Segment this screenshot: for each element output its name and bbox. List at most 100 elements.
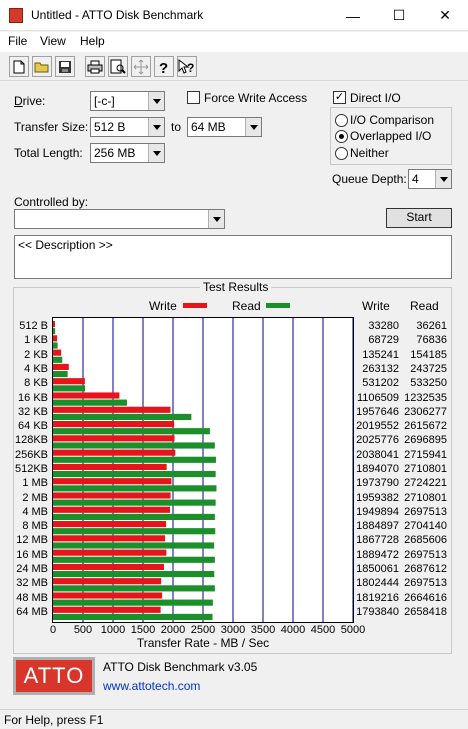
write-bar-20 xyxy=(53,606,161,613)
context-help-icon[interactable]: ? xyxy=(177,56,197,77)
menu-bar: File View Help xyxy=(0,32,468,52)
read-value: 2697513 xyxy=(404,505,447,518)
to-label: to xyxy=(171,120,182,134)
minimize-button[interactable]: — xyxy=(330,0,376,31)
direct-io-checkbox[interactable]: ✓ xyxy=(333,91,346,104)
chevron-down-icon xyxy=(148,92,164,110)
read-bar-7 xyxy=(53,428,210,435)
open-folder-icon[interactable] xyxy=(32,56,52,77)
write-value: 1106509 xyxy=(356,391,399,404)
row-label: 12 MB xyxy=(16,534,48,547)
write-bar-7 xyxy=(53,421,175,428)
start-button[interactable]: Start xyxy=(386,208,452,228)
write-bar-6 xyxy=(53,406,171,413)
print-preview-icon[interactable] xyxy=(108,56,128,77)
read-bar-20 xyxy=(53,613,213,620)
drive-value: [-c-] xyxy=(94,94,115,108)
read-value: 2306277 xyxy=(404,405,447,418)
row-label: 16 MB xyxy=(16,548,48,561)
row-label: 2 KB xyxy=(24,348,48,361)
read-value: 2658418 xyxy=(404,605,447,618)
row-label: 64 MB xyxy=(16,605,48,618)
new-document-icon[interactable] xyxy=(9,56,29,77)
write-value: 1957646 xyxy=(356,405,399,418)
legend-read-swatch xyxy=(266,303,290,308)
write-value: 1793840 xyxy=(356,605,399,618)
read-value: 76836 xyxy=(416,334,447,347)
move-icon[interactable] xyxy=(131,56,151,77)
row-label: 16 KB xyxy=(18,391,48,404)
transfer-to-value: 64 MB xyxy=(191,120,226,134)
row-label: 512KB xyxy=(14,463,48,475)
row-label: 2 MB xyxy=(22,491,48,504)
transfer-from-select[interactable]: 512 B xyxy=(90,117,165,137)
legend-read-label: Read xyxy=(232,299,261,313)
write-value: 263132 xyxy=(362,363,399,375)
menu-file[interactable]: File xyxy=(8,34,27,48)
total-length-label: Total Length: xyxy=(14,146,83,160)
neither-radio[interactable] xyxy=(335,147,348,160)
status-text: For Help, press F1 xyxy=(4,713,104,727)
queue-depth-value: 4 xyxy=(412,172,419,186)
overlapped-io-label: Overlapped I/O xyxy=(350,129,432,143)
transfer-to-select[interactable]: 64 MB xyxy=(187,117,262,137)
read-bar-1 xyxy=(53,342,58,349)
chevron-down-icon xyxy=(148,118,164,136)
queue-depth-select[interactable]: 4 xyxy=(408,169,452,189)
write-bar-4 xyxy=(53,378,85,385)
write-value: 1850061 xyxy=(356,563,399,575)
write-value: 1949894 xyxy=(356,505,399,518)
write-bar-10 xyxy=(53,463,167,470)
row-label: 8 MB xyxy=(22,520,48,533)
read-bar-18 xyxy=(53,585,215,592)
row-label: 1 MB xyxy=(22,477,48,490)
total-length-select[interactable]: 256 MB xyxy=(90,143,165,163)
read-bar-8 xyxy=(53,442,215,449)
force-write-checkbox[interactable] xyxy=(187,91,200,104)
read-value: 2664616 xyxy=(404,591,447,604)
read-value: 533250 xyxy=(410,377,447,390)
save-disk-icon[interactable] xyxy=(55,56,75,77)
help-question-icon[interactable]: ? xyxy=(154,56,174,77)
svg-text:?: ? xyxy=(159,60,168,75)
row-label: 512 B xyxy=(19,320,48,333)
read-value: 2724221 xyxy=(404,477,447,490)
print-icon[interactable] xyxy=(85,56,105,77)
write-value: 2038041 xyxy=(356,448,399,461)
website-link[interactable]: www.attotech.com xyxy=(103,679,200,693)
window-title: Untitled - ATTO Disk Benchmark xyxy=(31,8,204,22)
drive-select[interactable]: [-c-] xyxy=(90,91,165,111)
write-bar-15 xyxy=(53,535,166,542)
row-label: 1 KB xyxy=(24,334,48,347)
read-value: 2697513 xyxy=(404,548,447,561)
write-bar-1 xyxy=(53,335,58,342)
read-value: 2615672 xyxy=(404,420,447,433)
read-bar-11 xyxy=(53,485,217,492)
menu-help[interactable]: Help xyxy=(80,34,105,48)
read-bar-12 xyxy=(53,499,216,506)
toolbar: ? ? xyxy=(0,53,468,81)
force-write-label: Force Write Access xyxy=(204,91,308,105)
write-bar-18 xyxy=(53,578,162,585)
chevron-down-icon xyxy=(435,170,451,188)
legend-write-label: Write xyxy=(149,299,177,313)
maximize-button[interactable]: ☐ xyxy=(376,0,422,31)
read-bar-17 xyxy=(53,571,215,578)
overlapped-io-radio[interactable] xyxy=(335,130,348,143)
row-label: 48 MB xyxy=(16,591,48,604)
write-bar-19 xyxy=(53,592,163,599)
read-value: 1232535 xyxy=(404,391,447,404)
menu-view[interactable]: View xyxy=(40,34,66,48)
row-label: 4 MB xyxy=(22,505,48,518)
controlled-by-select[interactable] xyxy=(14,209,225,229)
close-button[interactable]: ✕ xyxy=(422,0,468,31)
description-box[interactable]: << Description >> xyxy=(14,235,452,279)
io-comparison-radio[interactable] xyxy=(335,114,348,127)
read-bar-15 xyxy=(53,542,215,549)
row-label: 4 KB xyxy=(24,363,48,375)
read-value: 154185 xyxy=(410,348,447,361)
write-value: 531202 xyxy=(362,377,399,390)
row-label: 32 KB xyxy=(18,405,48,418)
write-value: 1889472 xyxy=(356,548,399,561)
x-axis-label: Transfer Rate - MB / Sec xyxy=(136,636,270,650)
